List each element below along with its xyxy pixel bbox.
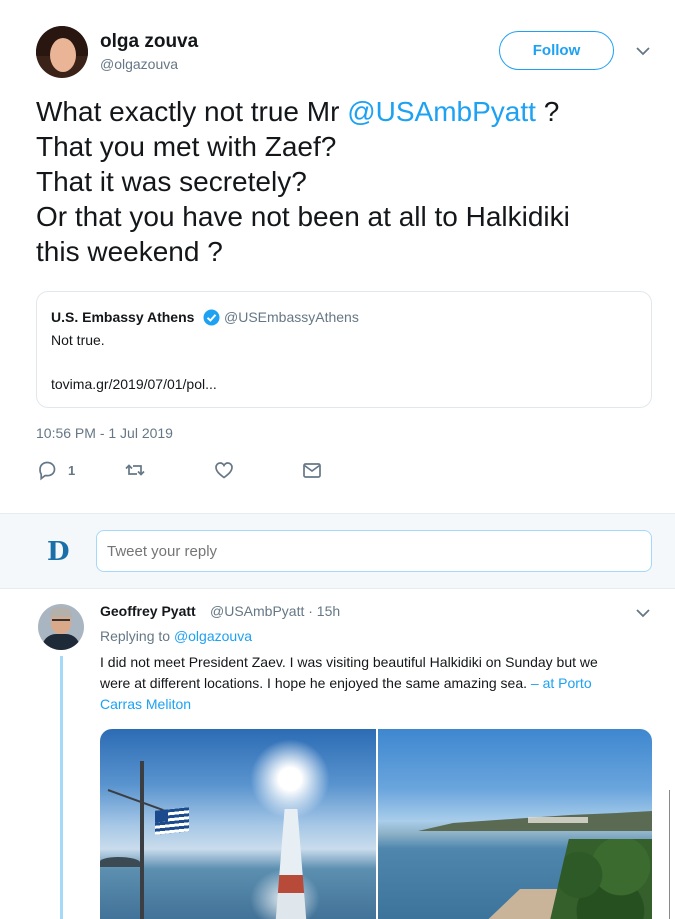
tweet-timestamp[interactable]: 10:56 PM - 1 Jul 2019 (36, 425, 173, 441)
tweet-text-line: What exactly not true Mr @USAmbPyatt ? (36, 94, 656, 129)
author-name[interactable]: olga zouva (100, 31, 198, 53)
retweet-icon (125, 464, 145, 476)
author-avatar[interactable] (36, 26, 88, 78)
scrollbar[interactable] (669, 790, 675, 919)
like-button[interactable] (213, 458, 235, 482)
main-tweet: olga zouva @olgazouva Follow What exactl… (0, 0, 675, 513)
quoted-author-name: U.S. Embassy Athens (51, 309, 195, 325)
media-grid (100, 729, 652, 919)
envelope-icon (303, 463, 321, 478)
chevron-down-icon[interactable] (634, 42, 652, 60)
author-handle[interactable]: @olgazouva (100, 56, 178, 72)
quoted-author-handle: @USEmbassyAthens (224, 309, 359, 325)
thread-connector (60, 656, 63, 919)
reply-text: I did not meet President Zaev. I was vis… (100, 652, 655, 715)
location-link[interactable]: – at Porto (527, 675, 592, 691)
verified-badge-icon (203, 309, 220, 326)
tweet-text-fragment: What exactly not true Mr (36, 96, 348, 127)
reply-text-fragment: were at different locations. I hope he e… (100, 675, 528, 691)
tweet-text-line: this weekend ? (36, 236, 223, 267)
quoted-link[interactable]: tovima.gr/2019/07/01/pol... (51, 376, 217, 392)
reply-icon (39, 461, 56, 481)
replying-to: Replying to @olgazouva (100, 628, 252, 644)
tweet-text-line: Or that you have not been at all to Halk… (36, 201, 570, 232)
photo-coastline[interactable] (378, 729, 652, 919)
photo-sea-lighthouse[interactable] (100, 729, 376, 919)
user-avatar: D (47, 537, 70, 567)
chevron-down-icon[interactable] (634, 604, 652, 622)
location-link[interactable]: Carras Meliton (100, 694, 655, 715)
mention-link[interactable]: @USAmbPyatt (347, 96, 536, 127)
reply-button[interactable]: 1 (36, 458, 75, 482)
quoted-text: Not true. (51, 332, 105, 348)
reply-author-avatar[interactable] (38, 604, 84, 650)
reply-author-name[interactable]: Geoffrey Pyatt (100, 603, 196, 619)
follow-button[interactable]: Follow (499, 31, 614, 70)
reply-input[interactable] (96, 530, 652, 572)
tweet-text-line: That you met with Zaef? (36, 131, 337, 162)
replying-mention[interactable]: @olgazouva (174, 628, 252, 644)
reply-text-line: I did not meet President Zaev. I was vis… (100, 654, 598, 670)
reply-text-line: were at different locations. I hope he e… (100, 673, 655, 694)
tweet-text: What exactly not true Mr @USAmbPyatt ? T… (36, 94, 656, 269)
heart-icon (215, 462, 233, 479)
direct-message-button[interactable] (301, 458, 323, 482)
tweet-text-line: That it was secretely? (36, 166, 307, 197)
retweet-button[interactable] (124, 458, 146, 482)
tweet-text-fragment: ? (535, 96, 560, 127)
reply-tweet: Geoffrey Pyatt @USAmbPyatt · 15h Replyin… (0, 590, 675, 919)
replying-label: Replying to (100, 628, 174, 644)
reply-count: 1 (68, 462, 76, 478)
reply-author-handle[interactable]: @USAmbPyatt · 15h (210, 603, 340, 619)
reply-composer: D (0, 513, 675, 589)
quoted-tweet[interactable]: U.S. Embassy Athens @USEmbassyAthens Not… (36, 291, 652, 408)
